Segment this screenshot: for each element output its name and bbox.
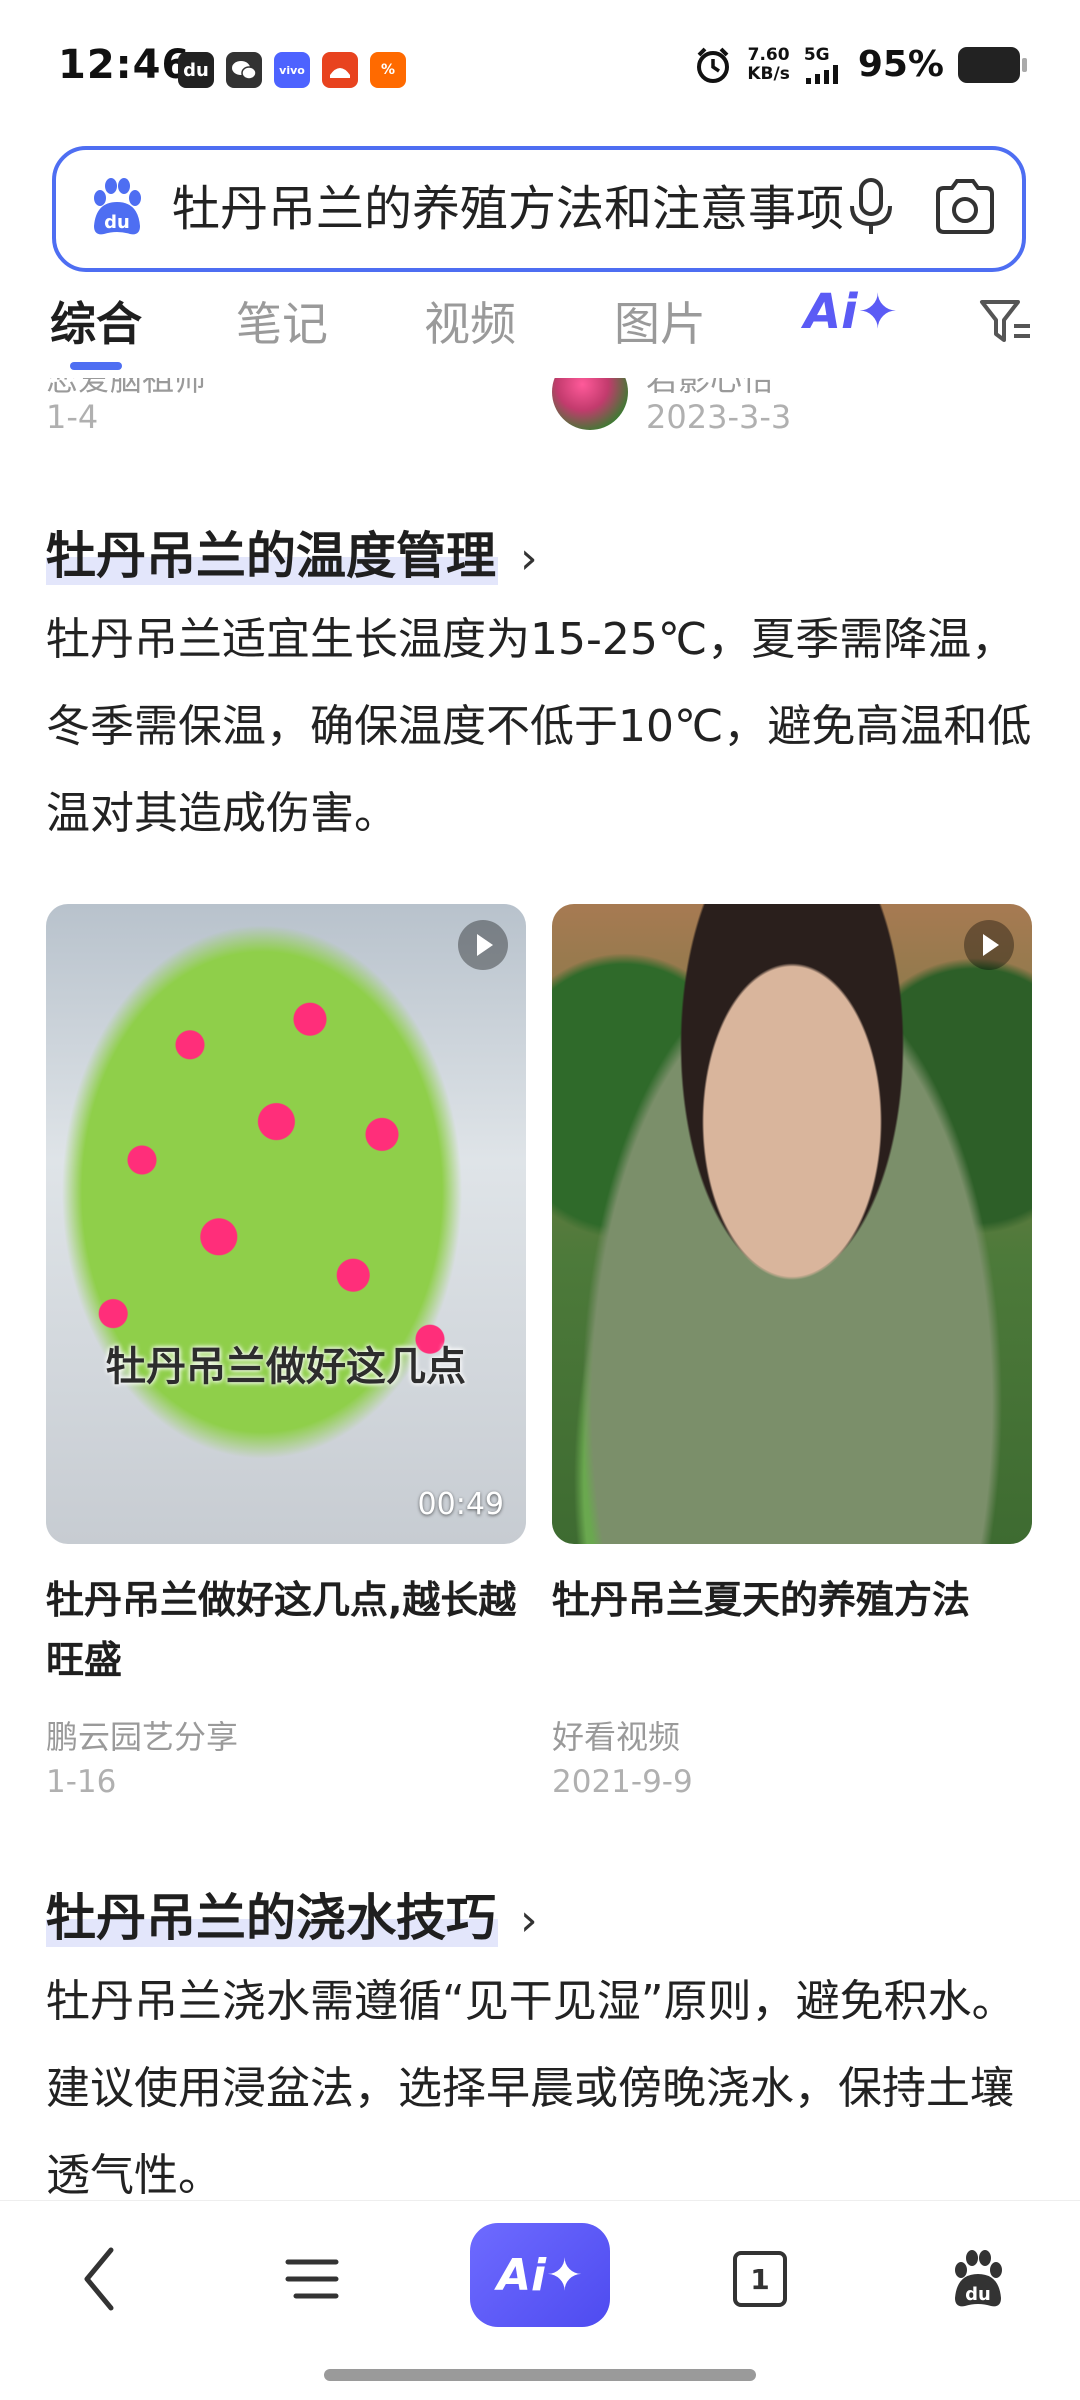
video-source: 好看视频 bbox=[552, 1718, 681, 1756]
svg-text:du: du bbox=[965, 2284, 991, 2305]
net-speed: 7.60 KB/s bbox=[747, 44, 790, 84]
menu-button[interactable] bbox=[272, 2239, 352, 2319]
tab-all[interactable]: 综合 bbox=[50, 288, 142, 354]
tab-images[interactable]: 图片 bbox=[614, 288, 706, 354]
video-card[interactable]: 牡丹吊兰夏天的养殖方法 好看视频 2021-9-9 bbox=[552, 904, 1032, 1800]
chevron-right-icon: › bbox=[520, 1895, 538, 1946]
camera-icon[interactable] bbox=[930, 174, 1000, 240]
result-author: 君影心怡 bbox=[646, 378, 775, 398]
status-time: 12:46 bbox=[58, 42, 191, 88]
svg-text:du: du bbox=[104, 212, 130, 233]
filter-icon[interactable] bbox=[978, 294, 1034, 348]
video-overlay-caption: 牡丹吊兰做好这几点 bbox=[106, 1344, 466, 1390]
network-type: 5G bbox=[803, 44, 830, 65]
active-tab-indicator bbox=[70, 362, 122, 370]
toutiao-icon bbox=[322, 52, 358, 88]
baidu-paw-icon: du bbox=[955, 2250, 1002, 2307]
menu-icon bbox=[285, 2259, 339, 2299]
video-thumbnail[interactable]: 牡丹吊兰做好这几点 00:49 bbox=[46, 904, 526, 1544]
home-indicator[interactable] bbox=[324, 2369, 756, 2381]
tab-ai[interactable]: Ai✦ bbox=[804, 284, 898, 340]
bottom-navigation: Ai✦ 1 du bbox=[0, 2200, 1080, 2400]
section-text-temperature: 牡丹吊兰适宜生长温度为15-25℃，夏季需降温，冬季需保温，确保温度不低于10℃… bbox=[46, 614, 1032, 839]
back-button[interactable] bbox=[60, 2239, 140, 2319]
search-results: 恋爱脑祖师 1-4 君影心怡 2023-3-3 牡丹吊兰的温度管理 › 牡丹吊兰适… bbox=[0, 378, 1080, 2200]
vivo-icon: vivo bbox=[274, 52, 310, 88]
search-input[interactable]: 牡丹吊兰的养殖方法和注意事项 bbox=[172, 178, 872, 240]
baidu-paw-icon: du bbox=[94, 178, 141, 235]
play-icon bbox=[458, 920, 508, 970]
video-date: 2021-9-9 bbox=[552, 1764, 693, 1800]
ai-assistant-button[interactable]: Ai✦ bbox=[470, 2223, 610, 2327]
tab-notes[interactable]: 笔记 bbox=[236, 288, 328, 354]
section-title-text: 牡丹吊兰的温度管理 bbox=[46, 527, 498, 585]
app-badge-icon: % bbox=[370, 52, 406, 88]
net-speed-value: 7.60 bbox=[747, 44, 790, 65]
du-app-icon: du bbox=[178, 52, 214, 88]
section-text-watering: 牡丹吊兰浇水需遵循“见干见湿”原则，避免积水。建议使用浸盆法，选择早晨或傍晚浇水… bbox=[46, 1976, 1016, 2200]
alarm-icon bbox=[697, 47, 730, 83]
video-title[interactable]: 牡丹吊兰做好这几点,越长越旺盛 bbox=[46, 1570, 526, 1690]
result-date: 1-4 bbox=[46, 398, 99, 436]
status-bar: 12:46 du vivo % 7.60 KB/s 5G 95% bbox=[0, 0, 1080, 140]
battery-percent: 95% bbox=[857, 44, 944, 85]
battery-icon bbox=[958, 46, 1027, 83]
tabs-button[interactable]: 1 bbox=[720, 2239, 800, 2319]
tab-videos[interactable]: 视频 bbox=[424, 288, 516, 354]
video-date: 1-16 bbox=[46, 1764, 117, 1800]
tab-count: 1 bbox=[733, 2251, 787, 2307]
section-title-watering[interactable]: 牡丹吊兰的浇水技巧 › bbox=[46, 1878, 538, 1950]
status-app-icons: du vivo % bbox=[178, 52, 406, 88]
chevron-left-icon bbox=[84, 2247, 114, 2311]
result-author: 恋爱脑祖师 bbox=[46, 378, 207, 398]
microphone-icon[interactable] bbox=[836, 172, 906, 242]
video-thumbnail[interactable] bbox=[552, 904, 1032, 1544]
chevron-right-icon: › bbox=[520, 533, 538, 584]
signal-group: 5G bbox=[804, 46, 844, 84]
search-tabs: 综合 笔记 视频 图片 Ai✦ bbox=[0, 284, 1080, 378]
video-source: 鹏云园艺分享 bbox=[46, 1718, 239, 1756]
net-speed-unit: KB/s bbox=[747, 63, 790, 84]
avatar bbox=[552, 378, 628, 430]
section-title-temperature[interactable]: 牡丹吊兰的温度管理 › bbox=[46, 516, 538, 588]
video-card[interactable]: 牡丹吊兰做好这几点 00:49 牡丹吊兰做好这几点,越长越旺盛 鹏云园艺分享 1… bbox=[46, 904, 526, 1800]
status-indicators: 7.60 KB/s 5G 95% bbox=[693, 44, 1027, 85]
search-bar[interactable]: du 牡丹吊兰的养殖方法和注意事项 bbox=[52, 146, 1026, 272]
video-duration: 00:49 bbox=[417, 1487, 504, 1522]
wechat-icon bbox=[226, 52, 262, 88]
signal-icon bbox=[805, 64, 838, 84]
previous-result-meta: 恋爱脑祖师 1-4 君影心怡 2023-3-3 bbox=[46, 378, 1046, 444]
play-icon bbox=[964, 920, 1014, 970]
baidu-home-button[interactable]: du bbox=[938, 2239, 1018, 2319]
video-title[interactable]: 牡丹吊兰夏天的养殖方法 bbox=[552, 1570, 1032, 1630]
section-title-text: 牡丹吊兰的浇水技巧 bbox=[46, 1889, 498, 1947]
result-date: 2023-3-3 bbox=[646, 398, 792, 436]
